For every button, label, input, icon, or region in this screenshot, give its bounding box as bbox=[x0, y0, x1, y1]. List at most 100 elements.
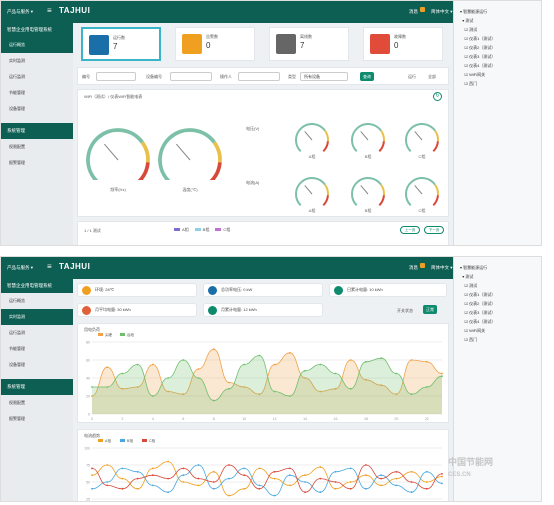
device-tree[interactable]: ▾ 智慧能源运行 ▾ 测试 ☑ 测试 ☑ 仪表1（测试） ☑ 仪表2（测试） ☑… bbox=[454, 257, 541, 350]
next-page-button[interactable]: 下一页 bbox=[424, 226, 444, 234]
phase-gauge-4 bbox=[351, 177, 385, 207]
card-alarm[interactable]: 告警数 0 bbox=[175, 27, 255, 61]
data-point bbox=[288, 395, 291, 397]
sidebar-item-run[interactable]: 运行监测 bbox=[1, 69, 73, 85]
data-point bbox=[228, 494, 230, 497]
prev-page-button[interactable]: 上一页 bbox=[400, 226, 420, 234]
menu-toggle-icon[interactable]: ≡ bbox=[47, 6, 52, 15]
tree-node[interactable]: ☑ WiFi网关 bbox=[460, 326, 537, 335]
data-point bbox=[395, 477, 398, 480]
data-point bbox=[365, 360, 367, 363]
data-point bbox=[349, 487, 352, 490]
sidebar-item-run[interactable]: 运行监测 bbox=[1, 325, 73, 341]
data-point bbox=[106, 481, 109, 483]
tree-node[interactable]: ☑ 测试 bbox=[460, 281, 537, 290]
data-point bbox=[258, 354, 261, 357]
series-area-1 bbox=[92, 355, 442, 414]
sidebar-item-alarm[interactable]: 报警管理 bbox=[1, 155, 73, 171]
data-point bbox=[243, 474, 246, 477]
phase-gauge-3 bbox=[295, 177, 329, 207]
tree-node[interactable]: ☑ 仪表2（测试） bbox=[460, 43, 537, 52]
filter-input-2[interactable] bbox=[170, 72, 212, 81]
current-label: 电流(A) bbox=[246, 180, 260, 185]
card-offline[interactable]: 离线数 7 bbox=[269, 27, 349, 61]
tree-node[interactable]: ☑ 仪表3（测试） bbox=[460, 52, 537, 61]
phase-gauge-1 bbox=[351, 123, 385, 153]
data-point bbox=[212, 487, 215, 490]
bell-icon[interactable] bbox=[420, 263, 425, 268]
data-point bbox=[319, 363, 322, 366]
data-point bbox=[197, 368, 200, 370]
tree-node[interactable]: ▾ 智慧能源运行 bbox=[460, 263, 537, 272]
data-point bbox=[349, 359, 352, 361]
messages-link[interactable]: 消息 bbox=[409, 265, 418, 271]
menu-toggle-icon[interactable]: ≡ bbox=[47, 262, 52, 271]
data-point bbox=[380, 357, 383, 360]
switch-status[interactable]: 正常 bbox=[423, 305, 437, 314]
tree-node[interactable]: ☑ 西门 bbox=[460, 79, 537, 88]
legend-item: C相 bbox=[142, 438, 156, 443]
tree-node[interactable]: ☑ WiFi网关 bbox=[460, 70, 537, 79]
sidebar-item-permission[interactable]: 权限配置 bbox=[1, 395, 73, 411]
meter-icon bbox=[208, 305, 217, 315]
product-switch[interactable]: 产品与服务 ▾ bbox=[7, 9, 33, 15]
sidebar-item-energy[interactable]: 节能管理 bbox=[1, 341, 73, 357]
plug-icon bbox=[334, 285, 343, 295]
sidebar-item-energy[interactable]: 节能管理 bbox=[1, 85, 73, 101]
sidebar-item-device[interactable]: 设备管理 bbox=[1, 101, 73, 117]
data-point bbox=[288, 484, 291, 487]
y-tick-label: 75 bbox=[86, 464, 90, 468]
query-button[interactable]: 查询 bbox=[360, 72, 374, 81]
radio-run[interactable]: 运行 bbox=[408, 74, 416, 80]
messages-link[interactable]: 消息 bbox=[409, 9, 418, 15]
data-point bbox=[425, 487, 428, 490]
sidebar-item-monitor[interactable]: 实时监测 bbox=[1, 53, 73, 69]
product-switch[interactable]: 产品与服务 ▾ bbox=[7, 265, 33, 271]
data-point bbox=[151, 484, 154, 487]
filter-input-3[interactable] bbox=[238, 72, 280, 81]
filter-input-1[interactable] bbox=[96, 72, 136, 81]
sidebar-item-overview[interactable]: 运行概览 bbox=[1, 37, 73, 53]
sidebar-item-alarm[interactable]: 报警管理 bbox=[1, 411, 73, 427]
tree-node[interactable]: ☑ 测试 bbox=[460, 25, 537, 34]
data-point bbox=[197, 464, 200, 466]
data-point bbox=[334, 481, 337, 483]
language-select[interactable]: 简体中文 ▾ bbox=[431, 265, 453, 271]
data-point bbox=[425, 360, 428, 363]
svg-text:B相: B相 bbox=[127, 438, 133, 443]
data-point bbox=[288, 467, 291, 470]
tree-node[interactable]: ▾ 智慧能源运行 bbox=[460, 7, 537, 16]
refresh-icon[interactable]: ↻ bbox=[433, 92, 442, 101]
data-point bbox=[197, 484, 200, 487]
data-point bbox=[410, 470, 413, 473]
tree-node[interactable]: ☑ 仪表4（测试） bbox=[460, 61, 537, 70]
device-tree[interactable]: ▾ 智慧能源运行 ▾ 测试 ☑ 测试 ☑ 仪表1（测试） ☑ 仪表2（测试） ☑… bbox=[454, 1, 541, 94]
tree-node[interactable]: ▾ 测试 bbox=[460, 16, 537, 25]
tree-node[interactable]: ☑ 仪表1（测试） bbox=[460, 290, 537, 299]
y-tick-label: 100 bbox=[84, 447, 90, 451]
card-title: 运行数 bbox=[113, 35, 125, 40]
tree-node[interactable]: ☑ 西门 bbox=[460, 335, 537, 344]
logo: TAJHUI bbox=[59, 262, 91, 271]
tree-node[interactable]: ▾ 测试 bbox=[460, 272, 537, 281]
data-point bbox=[151, 474, 154, 477]
bell-icon[interactable] bbox=[420, 7, 425, 12]
data-point bbox=[258, 484, 261, 487]
sidebar-item-overview[interactable]: 运行概览 bbox=[1, 293, 73, 309]
tree-node[interactable]: ☑ 仪表2（测试） bbox=[460, 299, 537, 308]
radio-all[interactable]: 全部 bbox=[428, 74, 436, 80]
tree-node[interactable]: ☑ 仪表3（测试） bbox=[460, 308, 537, 317]
tree-node[interactable]: ☑ 仪表4（测试） bbox=[460, 317, 537, 326]
tree-node[interactable]: ☑ 仪表1（测试） bbox=[460, 34, 537, 43]
type-select[interactable]: 所有设备 bbox=[300, 72, 348, 81]
language-select[interactable]: 简体中文 ▾ bbox=[431, 9, 453, 15]
card-running[interactable]: 运行数 7 bbox=[81, 27, 161, 61]
sidebar-item-permission[interactable]: 权限配置 bbox=[1, 139, 73, 155]
card-fault[interactable]: 故障数 0 bbox=[363, 27, 443, 61]
legend-a: A相 bbox=[174, 227, 189, 233]
data-point bbox=[121, 372, 124, 375]
sidebar-item-monitor[interactable]: 实时监测 bbox=[1, 309, 73, 325]
data-point bbox=[121, 477, 124, 480]
sidebar-item-device[interactable]: 设备管理 bbox=[1, 357, 73, 373]
data-point bbox=[441, 475, 443, 478]
